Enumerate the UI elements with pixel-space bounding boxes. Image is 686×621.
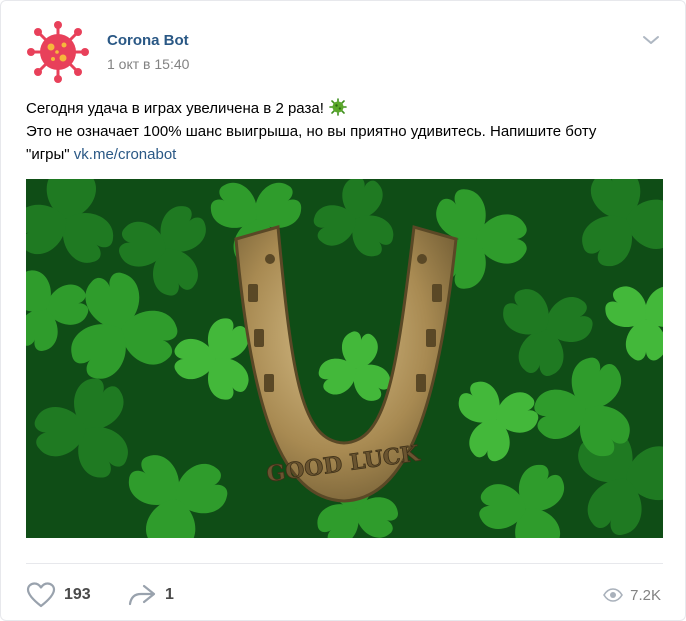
chevron-down-icon[interactable] xyxy=(641,33,661,47)
share-count: 1 xyxy=(165,586,174,603)
like-button[interactable]: 193 xyxy=(26,581,91,609)
like-count: 193 xyxy=(64,586,91,603)
share-button[interactable]: 1 xyxy=(127,581,174,609)
views-count: 7.2K xyxy=(630,586,661,604)
post-card: Corona Bot 1 окт в 15:40 Сегодня удача в… xyxy=(0,0,686,621)
eye-icon xyxy=(603,588,624,602)
author-name[interactable]: Corona Bot xyxy=(107,32,189,49)
bot-link[interactable]: vk.me/cronabot xyxy=(74,146,177,163)
footer-divider xyxy=(26,563,663,564)
post-text-line-1-text: Сегодня удача в играх увеличена в 2 раза… xyxy=(26,100,324,117)
post-date[interactable]: 1 окт в 15:40 xyxy=(107,56,189,72)
post-text-line-1: Сегодня удача в играх увеличена в 2 раза… xyxy=(26,97,666,120)
heart-icon xyxy=(26,582,56,608)
post-text-line-3: "игры" vk.me/cronabot xyxy=(26,143,666,166)
post-text-line-2: Это не означает 100% шанс выигрыша, но в… xyxy=(26,123,597,140)
share-arrow-icon xyxy=(128,584,156,606)
author-avatar[interactable] xyxy=(26,20,90,84)
microbe-emoji-icon xyxy=(329,98,347,116)
post-text: Сегодня удача в играх увеличена в 2 раза… xyxy=(26,97,666,166)
games-keyword: "игры" xyxy=(26,146,70,163)
views-counter: 7.2K xyxy=(603,584,661,606)
post-image[interactable]: GOOD LUCK xyxy=(26,179,663,538)
coronavirus-icon xyxy=(26,20,90,84)
